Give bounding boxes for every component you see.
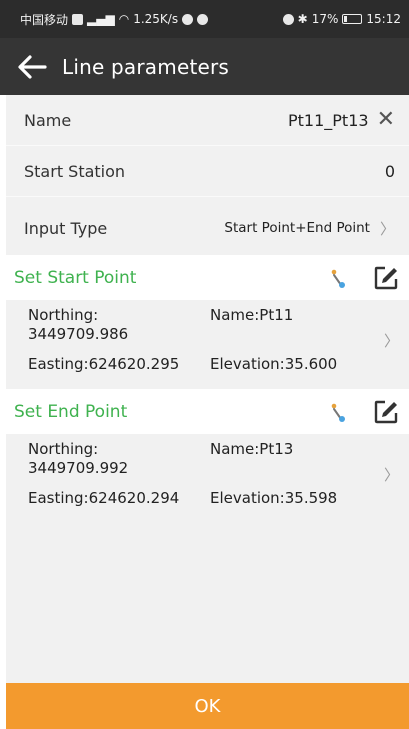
start-northing-label: Northing: — [28, 306, 99, 324]
eye-icon — [282, 13, 294, 25]
start-point-actions — [325, 265, 399, 291]
app-notification-icon — [197, 13, 209, 25]
battery-percent: 17% — [311, 12, 339, 26]
status-right: ✱ 17% 15:12 — [282, 12, 401, 26]
map-pick-icon — [331, 269, 345, 288]
line-parameters-form: Name Pt11_Pt13 ✕ Start Station 0 Input T… — [6, 95, 409, 683]
carrier-label: 中国移动 — [20, 12, 69, 27]
back-button[interactable] — [10, 45, 54, 89]
clear-icon[interactable]: ✕ — [377, 109, 395, 131]
input-type-row[interactable]: Input Type Start Point+End Point 〉 — [6, 203, 409, 253]
end-point-header: Set End Point — [6, 389, 409, 434]
battery-icon — [342, 14, 363, 24]
chevron-right-icon: 〉 — [383, 332, 399, 350]
end-point-card[interactable]: Northing: 3449709.992 Name:Pt13 Easting:… — [6, 434, 409, 519]
end-point-name: Name:Pt13 — [210, 440, 294, 458]
map-pick-icon — [331, 403, 345, 422]
edit-icon — [374, 400, 398, 423]
input-type-label: Input Type — [24, 218, 108, 238]
pick-start-point-button[interactable] — [325, 265, 351, 291]
status-bar: 中国移动 ▂▄▆ ◠ 1.25K/s ✱ 17% 15:12 — [0, 0, 409, 38]
edit-start-point-button[interactable] — [373, 265, 399, 291]
end-easting: Easting:624620.294 — [28, 489, 180, 507]
chevron-right-icon: 〉 — [379, 219, 395, 238]
start-northing-value: 3449709.986 — [28, 325, 129, 343]
edit-end-point-button[interactable] — [373, 399, 399, 425]
start-easting: Easting:624620.295 — [28, 355, 180, 373]
signal-icon: ▂▄▆ — [87, 12, 115, 26]
network-speed: 1.25K/s — [133, 12, 179, 26]
name-label: Name — [24, 110, 72, 130]
end-point-actions — [325, 399, 399, 425]
arrow-left-icon — [18, 54, 47, 79]
status-left: 中国移动 ▂▄▆ ◠ 1.25K/s — [20, 11, 209, 28]
app-notification-icon — [182, 13, 194, 25]
divider — [6, 196, 409, 197]
start-point-name: Name:Pt11 — [210, 306, 294, 324]
start-station-label: Start Station — [24, 161, 126, 181]
input-type-value: Start Point+End Point — [224, 220, 370, 236]
page-title: Line parameters — [62, 54, 230, 79]
wifi-icon: ◠ — [118, 12, 130, 26]
edit-icon — [374, 266, 398, 289]
clock: 15:12 — [366, 12, 401, 26]
start-point-header: Set Start Point — [6, 255, 409, 300]
start-point-card[interactable]: Northing: 3449709.986 Name:Pt11 Easting:… — [6, 300, 409, 385]
ok-button[interactable]: OK — [6, 683, 409, 729]
end-elevation: Elevation:35.598 — [210, 489, 338, 507]
app-bar: Line parameters — [0, 38, 409, 95]
name-row: Name Pt11_Pt13 ✕ — [6, 95, 409, 145]
start-elevation: Elevation:35.600 — [210, 355, 338, 373]
bluetooth-icon: ✱ — [297, 12, 308, 26]
name-input[interactable]: Pt11_Pt13 — [288, 111, 369, 130]
start-station-row: Start Station 0 — [6, 146, 409, 196]
end-northing-label: Northing: — [28, 440, 99, 458]
set-end-point-label: Set End Point — [14, 401, 128, 422]
end-northing-value: 3449709.992 — [28, 459, 129, 477]
pick-end-point-button[interactable] — [325, 399, 351, 425]
set-start-point-label: Set Start Point — [14, 267, 137, 288]
chevron-right-icon: 〉 — [383, 466, 399, 484]
hd-icon — [72, 13, 84, 25]
start-station-input[interactable]: 0 — [385, 162, 395, 181]
